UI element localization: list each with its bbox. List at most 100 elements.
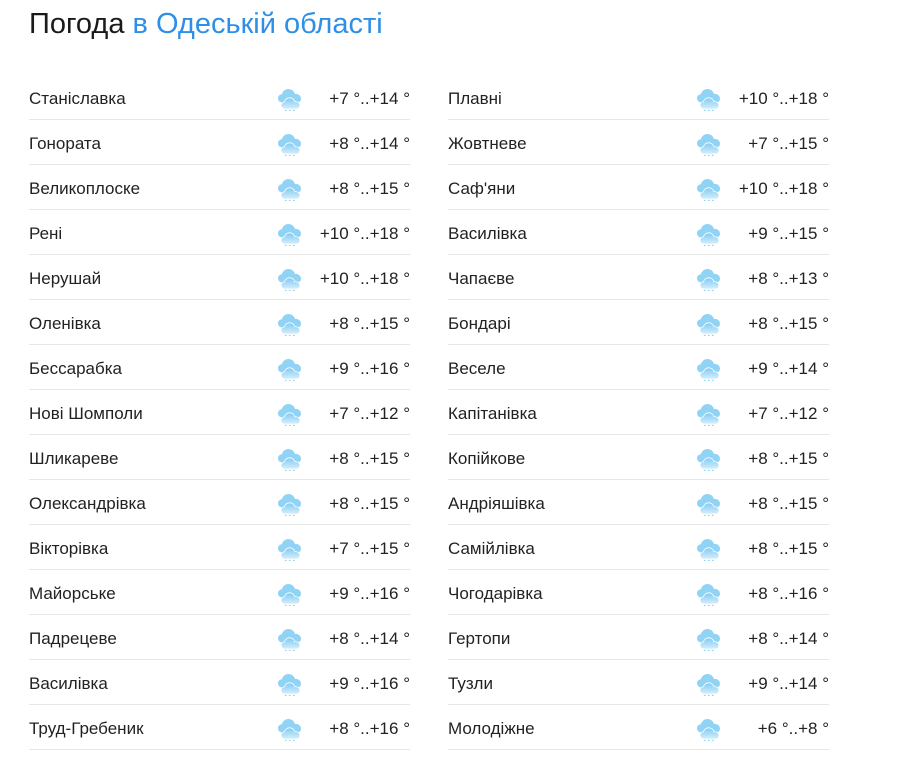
- town-row[interactable]: Василівка +9 °..+16 °: [29, 660, 410, 705]
- town-name: Василівка: [29, 674, 108, 693]
- cloudy-rain-icon: [697, 89, 720, 111]
- town-row[interactable]: Василівка +9 °..+15 °: [448, 210, 829, 255]
- town-name: Андріяшівка: [448, 494, 545, 513]
- cloudy-rain-icon: [697, 224, 720, 246]
- town-row[interactable]: Вікторівка +7 °..+15 °: [29, 525, 410, 570]
- town-name: Тузли: [448, 674, 493, 693]
- town-row[interactable]: Оленівка +8 °..+15 °: [29, 300, 410, 345]
- temperature-range: +9 °..+14 °: [748, 674, 829, 693]
- town-name: Нерушай: [29, 269, 102, 288]
- temperature-range: +7 °..+12 °: [329, 404, 410, 423]
- temperature-range: +7 °..+15 °: [329, 539, 410, 558]
- town-row[interactable]: Шликареве +8 °..+15 °: [29, 435, 410, 480]
- weather-region-page: Погода в Одеській області Станіславка +7…: [0, 0, 902, 768]
- town-name: Самійлівка: [448, 539, 535, 558]
- cloudy-rain-icon: [278, 584, 301, 606]
- town-row[interactable]: Падрецеве +8 °..+14 °: [29, 615, 410, 660]
- temperature-range: +8 °..+15 °: [329, 449, 410, 468]
- town-name: Саф'яни: [448, 179, 516, 198]
- town-name: Шликареве: [29, 449, 119, 468]
- town-name: Станіславка: [29, 89, 126, 108]
- temperature-range: +8 °..+15 °: [329, 314, 410, 333]
- town-name: Молодіжне: [448, 719, 535, 738]
- page-title: Погода в Одеській області: [29, 6, 383, 42]
- town-name: Оленівка: [29, 314, 101, 333]
- town-row[interactable]: Рені +10 °..+18 °: [29, 210, 410, 255]
- town-name: Плавні: [448, 89, 502, 108]
- temperature-range: +10 °..+18 °: [319, 269, 410, 288]
- town-name: Рені: [29, 224, 63, 243]
- cloudy-rain-icon: [697, 314, 720, 336]
- towns-column-left: Станіславка +7 °..+14 ° Гонората +8 °..+…: [29, 75, 410, 750]
- cloudy-rain-icon: [697, 674, 720, 696]
- town-row[interactable]: Самійлівка +8 °..+15 °: [448, 525, 829, 570]
- towns-column-right: Плавні +10 °..+18 ° Жовтневе +7 °..+15 °…: [448, 75, 829, 750]
- town-name: Великоплоске: [29, 179, 141, 198]
- temperature-range: +7 °..+15 °: [748, 134, 829, 153]
- town-row[interactable]: Саф'яни +10 °..+18 °: [448, 165, 829, 210]
- temperature-range: +9 °..+14 °: [748, 359, 829, 378]
- cloudy-rain-icon: [697, 719, 720, 741]
- cloudy-rain-icon: [697, 449, 720, 471]
- cloudy-rain-icon: [278, 404, 301, 426]
- town-row[interactable]: Плавні +10 °..+18 °: [448, 75, 829, 120]
- temperature-range: +8 °..+15 °: [748, 314, 829, 333]
- town-row[interactable]: Веселе +9 °..+14 °: [448, 345, 829, 390]
- town-row[interactable]: Жовтневе +7 °..+15 °: [448, 120, 829, 165]
- town-row[interactable]: Молодіжне +6 °..+8 °: [448, 705, 829, 750]
- cloudy-rain-icon: [697, 539, 720, 561]
- town-row[interactable]: Нові Шомполи +7 °..+12 °: [29, 390, 410, 435]
- town-row[interactable]: Тузли +9 °..+14 °: [448, 660, 829, 705]
- town-name: Олександрівка: [29, 494, 146, 513]
- town-row[interactable]: Гонората +8 °..+14 °: [29, 120, 410, 165]
- town-name: Василівка: [448, 224, 527, 243]
- temperature-range: +8 °..+15 °: [748, 539, 829, 558]
- cloudy-rain-icon: [278, 539, 301, 561]
- cloudy-rain-icon: [278, 89, 301, 111]
- town-row[interactable]: Нерушай +10 °..+18 °: [29, 255, 410, 300]
- cloudy-rain-icon: [697, 404, 720, 426]
- temperature-range: +10 °..+18 °: [738, 179, 829, 198]
- temperature-range: +8 °..+14 °: [329, 629, 410, 648]
- cloudy-rain-icon: [697, 494, 720, 516]
- town-name: Гертопи: [448, 629, 511, 648]
- town-name: Жовтневе: [448, 134, 527, 153]
- town-name: Бондарі: [448, 314, 511, 333]
- temperature-range: +8 °..+15 °: [329, 179, 410, 198]
- town-row[interactable]: Гертопи +8 °..+14 °: [448, 615, 829, 660]
- cloudy-rain-icon: [278, 719, 301, 741]
- towns-list: Станіславка +7 °..+14 ° Гонората +8 °..+…: [29, 75, 829, 750]
- town-row[interactable]: Труд-Гребеник +8 °..+16 °: [29, 705, 410, 750]
- cloudy-rain-icon: [697, 134, 720, 156]
- title-region-link[interactable]: в Одеській області: [133, 8, 383, 40]
- cloudy-rain-icon: [278, 449, 301, 471]
- temperature-range: +9 °..+16 °: [329, 674, 410, 693]
- cloudy-rain-icon: [278, 134, 301, 156]
- town-row[interactable]: Копійкове +8 °..+15 °: [448, 435, 829, 480]
- town-row[interactable]: Станіславка +7 °..+14 °: [29, 75, 410, 120]
- town-row[interactable]: Великоплоске +8 °..+15 °: [29, 165, 410, 210]
- cloudy-rain-icon: [697, 269, 720, 291]
- town-row[interactable]: Андріяшівка +8 °..+15 °: [448, 480, 829, 525]
- temperature-range: +8 °..+13 °: [748, 269, 829, 288]
- town-row[interactable]: Бондарі +8 °..+15 °: [448, 300, 829, 345]
- cloudy-rain-icon: [278, 359, 301, 381]
- town-row[interactable]: Майорське +9 °..+16 °: [29, 570, 410, 615]
- temperature-range: +10 °..+18 °: [738, 89, 829, 108]
- town-name: Вікторівка: [29, 539, 109, 558]
- cloudy-rain-icon: [278, 674, 301, 696]
- town-name: Нові Шомполи: [29, 404, 143, 423]
- temperature-range: +9 °..+16 °: [329, 359, 410, 378]
- temperature-range: +7 °..+14 °: [329, 89, 410, 108]
- temperature-range: +9 °..+16 °: [329, 584, 410, 603]
- cloudy-rain-icon: [278, 179, 301, 201]
- town-name: Чапаєве: [448, 269, 515, 288]
- town-row[interactable]: Чапаєве +8 °..+13 °: [448, 255, 829, 300]
- cloudy-rain-icon: [697, 359, 720, 381]
- town-row[interactable]: Бессарабка +9 °..+16 °: [29, 345, 410, 390]
- town-row[interactable]: Чогодарівка +8 °..+16 °: [448, 570, 829, 615]
- temperature-range: +7 °..+12 °: [748, 404, 829, 423]
- town-row[interactable]: Олександрівка +8 °..+15 °: [29, 480, 410, 525]
- town-name: Капітанівка: [448, 404, 537, 423]
- town-row[interactable]: Капітанівка +7 °..+12 °: [448, 390, 829, 435]
